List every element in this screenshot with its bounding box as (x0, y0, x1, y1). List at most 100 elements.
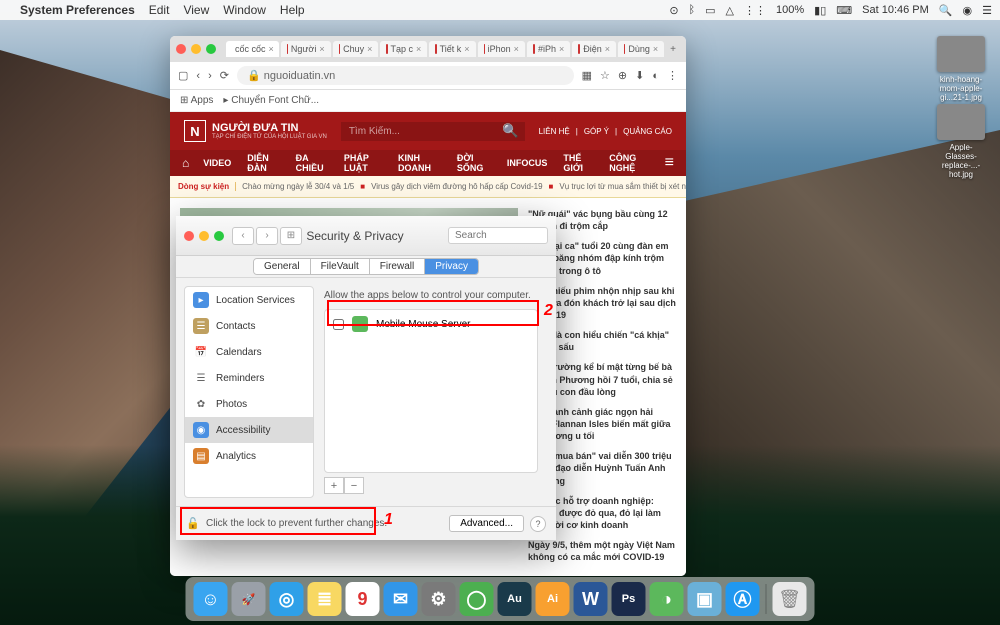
privacy-category-item[interactable]: ☰Reminders (185, 365, 313, 391)
help-button[interactable]: ? (530, 516, 546, 532)
browser-tab[interactable]: Tiết k× (429, 41, 475, 57)
menu-edit[interactable]: Edit (149, 3, 170, 17)
nav-item[interactable]: PHÁP LUẬT (336, 153, 390, 173)
lock-icon[interactable]: 🔓 (186, 517, 200, 531)
browser-tab[interactable]: Điện× (572, 41, 616, 57)
keyboard-icon[interactable]: ⌨ (836, 4, 852, 17)
nav-item[interactable]: VIDEO (195, 158, 239, 168)
desktop-file[interactable]: Apple-Glasses-replace-...-hot.jpg (934, 104, 988, 179)
browser-tab[interactable]: #iPh× (527, 41, 570, 57)
header-link[interactable]: QUẢNG CÁO (623, 127, 672, 136)
wifi-icon[interactable]: ⋮⋮ (744, 4, 766, 17)
menu-view[interactable]: View (183, 3, 209, 17)
dock-app-folder[interactable]: ▣ (688, 582, 722, 616)
header-link[interactable]: LIÊN HỆ (539, 127, 570, 136)
clock[interactable]: Sat 10:46 PM (862, 4, 929, 16)
menu-window[interactable]: Window (223, 3, 266, 17)
tab-close-icon[interactable]: × (319, 44, 324, 54)
privacy-category-item[interactable]: ▤Analytics (185, 443, 313, 469)
dock-app-calendar[interactable]: 9 (346, 582, 380, 616)
settings-icon[interactable]: ⊕ (618, 69, 627, 82)
close-icon[interactable] (184, 231, 194, 241)
dock-app-audition[interactable]: Au (498, 582, 532, 616)
dock-app-sysprefs[interactable]: ⚙ (422, 582, 456, 616)
qr-icon[interactable]: ▦ (582, 69, 592, 82)
tab-close-icon[interactable]: × (464, 44, 469, 54)
reload-button[interactable]: ⟳ (220, 69, 229, 82)
site-search-input[interactable] (341, 122, 497, 141)
bluetooth-icon[interactable]: ᛒ (689, 4, 696, 16)
new-tab-button[interactable]: + (666, 44, 680, 55)
spotlight-icon[interactable]: 🔍 (939, 4, 953, 17)
dock-app-safari[interactable]: ◎ (270, 582, 304, 616)
nav-home-icon[interactable]: ⌂ (176, 156, 195, 170)
menu-help[interactable]: Help (280, 3, 305, 17)
remove-app-button[interactable]: − (344, 477, 364, 494)
zoom-icon[interactable] (214, 231, 224, 241)
tab-close-icon[interactable]: × (559, 44, 564, 54)
browser-tab[interactable]: Tạp c× (380, 41, 427, 57)
tab-close-icon[interactable]: × (514, 44, 519, 54)
nav-item[interactable]: CÔNG NGHỆ (601, 153, 658, 173)
dock-app-finder[interactable]: ☺ (194, 582, 228, 616)
close-icon[interactable] (176, 44, 186, 54)
nav-item[interactable]: INFOCUS (499, 158, 556, 168)
advanced-button[interactable]: Advanced... (449, 515, 524, 532)
tab-close-icon[interactable]: × (367, 44, 372, 54)
nav-more-icon[interactable]: ≡ (659, 154, 680, 172)
dock-app-mouse[interactable]: ◑ (650, 582, 684, 616)
browser-tab[interactable]: cốc cốc× (226, 41, 279, 57)
privacy-category-item[interactable]: ☰Contacts (185, 313, 313, 339)
download-icon[interactable]: ⬇ (635, 69, 644, 82)
battery-icon[interactable]: ▮▯ (814, 4, 826, 17)
nav-item[interactable]: ĐA CHIỀU (288, 153, 336, 173)
tab-general[interactable]: General (254, 259, 311, 274)
browser-tab[interactable]: Dùng× (618, 41, 664, 57)
header-link[interactable]: GÓP Ý (584, 127, 609, 136)
status-icon[interactable]: ⊙ (669, 4, 678, 17)
browser-tab[interactable]: iPhon× (478, 41, 525, 57)
nav-item[interactable]: KINH DOANH (390, 153, 449, 173)
ticker-item[interactable]: Virus gây dịch viêm đường hô hấp cấp Cov… (371, 182, 542, 191)
dock-app-launchpad[interactable]: 🚀 (232, 582, 266, 616)
privacy-category-item[interactable]: 📅Calendars (185, 339, 313, 365)
dock-app-appstore[interactable]: Ⓐ (726, 582, 760, 616)
app-name[interactable]: System Preferences (20, 3, 135, 17)
tab-close-icon[interactable]: × (605, 44, 610, 54)
dock-app-mail[interactable]: ✉ (384, 582, 418, 616)
ticker-item[interactable]: Vụ trục lợi từ mua sắm thiết bị xét nghi… (559, 182, 686, 191)
dock-app-coccoc[interactable]: ◯ (460, 582, 494, 616)
back-button[interactable]: ‹ (232, 227, 254, 245)
add-app-button[interactable]: + (324, 477, 344, 494)
app-list-item[interactable]: Mobile Mouse Server (325, 310, 537, 338)
apps-button[interactable]: ⊞ Apps (180, 95, 213, 106)
privacy-category-item[interactable]: ✿Photos (185, 391, 313, 417)
minimize-icon[interactable] (191, 44, 201, 54)
display-icon[interactable]: ▭ (705, 4, 715, 17)
menu-icon[interactable]: ⋮ (667, 69, 678, 82)
extension-icon[interactable]: ◐ (652, 70, 659, 82)
tab-filevault[interactable]: FileVault (311, 259, 370, 274)
forward-button[interactable]: › (208, 70, 212, 82)
airplay-icon[interactable]: △ (726, 4, 734, 17)
browser-tab[interactable]: Chuy× (333, 41, 379, 57)
site-logo[interactable]: N NGƯỜI ĐƯA TIN TẠP CHÍ ĐIỆN TỬ CỦA HỘI … (184, 120, 327, 142)
nav-item[interactable]: DIỄN ĐÀN (239, 153, 287, 173)
home-button[interactable]: ▢ (178, 69, 188, 82)
prefs-search-input[interactable] (448, 227, 548, 244)
privacy-category-item[interactable]: ◉Accessibility (185, 417, 313, 443)
zoom-icon[interactable] (206, 44, 216, 54)
nav-item[interactable]: ĐỜI SỐNG (449, 153, 499, 173)
dock-app-notes[interactable]: ≣ (308, 582, 342, 616)
privacy-category-item[interactable]: ▸Location Services (185, 287, 313, 313)
notifications-icon[interactable]: ☰ (982, 4, 992, 17)
tab-close-icon[interactable]: × (269, 44, 274, 54)
minimize-icon[interactable] (199, 231, 209, 241)
site-search-button[interactable]: 🔍 (497, 122, 525, 141)
tab-firewall[interactable]: Firewall (370, 259, 425, 274)
siri-icon[interactable]: ◉ (963, 4, 973, 17)
bookmark-item[interactable]: ▸ Chuyển Font Chữ... (223, 95, 319, 106)
dock-app-photoshop[interactable]: Ps (612, 582, 646, 616)
nav-item[interactable]: THẾ GIỚI (555, 153, 601, 173)
trash-icon[interactable]: 🗑 (773, 582, 807, 616)
